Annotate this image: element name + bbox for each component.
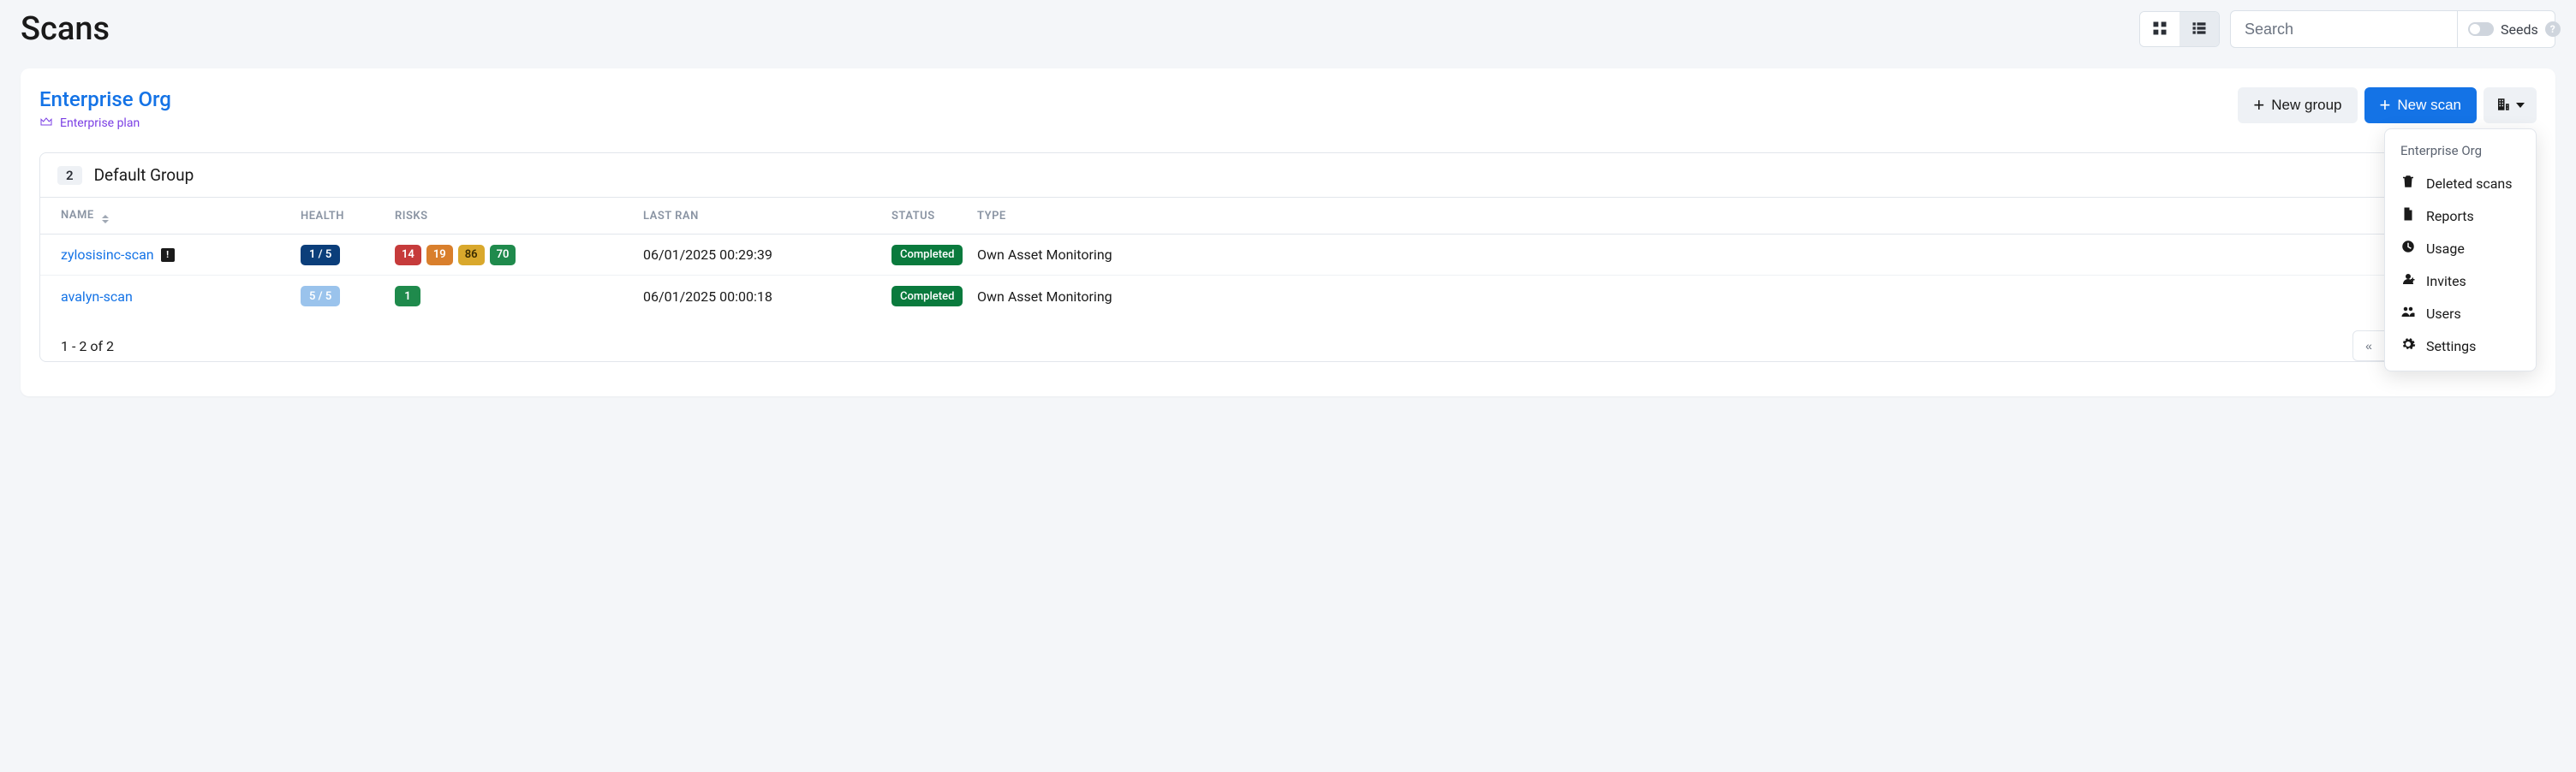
last-ran-value: 06/01/2025 00:29:39	[643, 246, 891, 263]
org-dropdown-menu: Enterprise Org Deleted scans Reports Usage…	[2384, 128, 2537, 371]
column-health: HEALTH	[301, 210, 395, 223]
column-name[interactable]: NAME	[61, 209, 301, 223]
health-pill: 1 / 5	[301, 245, 340, 265]
plus-icon: +	[2380, 96, 2391, 115]
search-container: Seeds ?	[2230, 10, 2555, 48]
dropdown-item-deleted-scans[interactable]: Deleted scans	[2385, 167, 2536, 199]
dropdown-item-label: Reports	[2426, 208, 2474, 224]
dropdown-title: Enterprise Org	[2385, 138, 2536, 167]
help-icon[interactable]: ?	[2545, 21, 2561, 37]
table-row: zylosisinc-scan!1 / 5 14198670 06/01/2025 …	[40, 235, 2536, 276]
group-name: Default Group	[94, 165, 194, 185]
seeds-toggle-label: Seeds	[2501, 21, 2538, 38]
grid-icon	[2151, 20, 2168, 39]
status-badge: Completed	[891, 245, 963, 265]
new-group-label: New group	[2271, 97, 2341, 114]
last-ran-value: 06/01/2025 00:00:18	[643, 288, 891, 305]
column-risks: RISKS	[395, 210, 643, 223]
pager-first[interactable]: «	[2352, 330, 2385, 361]
scan-name-link[interactable]: zylosisinc-scan!	[61, 246, 301, 263]
pagination-info: 1 - 2 of 2	[61, 338, 114, 354]
caret-down-icon	[2516, 103, 2525, 108]
list-icon	[2191, 20, 2208, 39]
dropdown-item-label: Settings	[2426, 338, 2476, 354]
new-scan-button[interactable]: + New scan	[2364, 87, 2478, 123]
dropdown-item-reports[interactable]: Reports	[2385, 199, 2536, 232]
table-header: NAME HEALTH RISKS LAST RAN STATUS TYPE	[40, 197, 2536, 235]
risk-pill: 1	[395, 286, 420, 306]
building-icon	[2496, 97, 2511, 115]
new-group-button[interactable]: + New group	[2238, 87, 2357, 123]
invite-icon	[2400, 271, 2416, 290]
dropdown-item-label: Invites	[2426, 273, 2466, 289]
dropdown-item-label: Usage	[2426, 241, 2465, 257]
sort-icon	[102, 215, 109, 223]
risk-pill: 86	[458, 245, 485, 265]
dropdown-item-users[interactable]: Users	[2385, 297, 2536, 330]
risk-pill: 14	[395, 245, 421, 265]
type-value: Own Asset Monitoring	[977, 246, 2447, 263]
health-pill: 5 / 5	[301, 286, 340, 306]
column-type: TYPE	[977, 210, 2447, 223]
seeds-toggle[interactable]	[2468, 22, 2494, 36]
trash-icon	[2400, 174, 2416, 193]
view-toggle	[2139, 11, 2220, 47]
org-menu-button[interactable]	[2484, 87, 2537, 123]
risk-pill: 70	[490, 245, 516, 265]
type-value: Own Asset Monitoring	[977, 288, 2447, 305]
alert-flag-icon: !	[161, 248, 175, 262]
column-last-ran: LAST RAN	[643, 210, 891, 223]
search-input[interactable]	[2231, 21, 2457, 39]
dropdown-item-invites[interactable]: Invites	[2385, 264, 2536, 297]
file-icon	[2400, 206, 2416, 225]
grid-view-button[interactable]	[2140, 12, 2179, 46]
column-status: STATUS	[891, 210, 977, 223]
risk-pill: 19	[426, 245, 453, 265]
group-count-badge: 2	[57, 166, 82, 185]
gear-icon	[2400, 336, 2416, 355]
status-badge: Completed	[891, 286, 963, 306]
list-view-button[interactable]	[2179, 12, 2219, 46]
scan-name-link[interactable]: avalyn-scan	[61, 288, 301, 305]
gauge-icon	[2400, 239, 2416, 258]
plan-label: Enterprise plan	[60, 116, 140, 130]
dropdown-item-label: Users	[2426, 306, 2461, 322]
page-title: Scans	[21, 10, 110, 48]
org-name[interactable]: Enterprise Org	[39, 87, 171, 111]
plus-icon: +	[2253, 96, 2264, 115]
dropdown-item-label: Deleted scans	[2426, 175, 2513, 192]
crown-icon	[39, 115, 53, 132]
group-header[interactable]: 2 Default Group	[40, 153, 2536, 197]
dropdown-item-usage[interactable]: Usage	[2385, 232, 2536, 264]
users-icon	[2400, 304, 2416, 323]
dropdown-item-settings[interactable]: Settings	[2385, 330, 2536, 362]
new-scan-label: New scan	[2397, 97, 2461, 114]
table-row: avalyn-scan5 / 5 1 06/01/2025 00:00:18Comp…	[40, 276, 2536, 317]
